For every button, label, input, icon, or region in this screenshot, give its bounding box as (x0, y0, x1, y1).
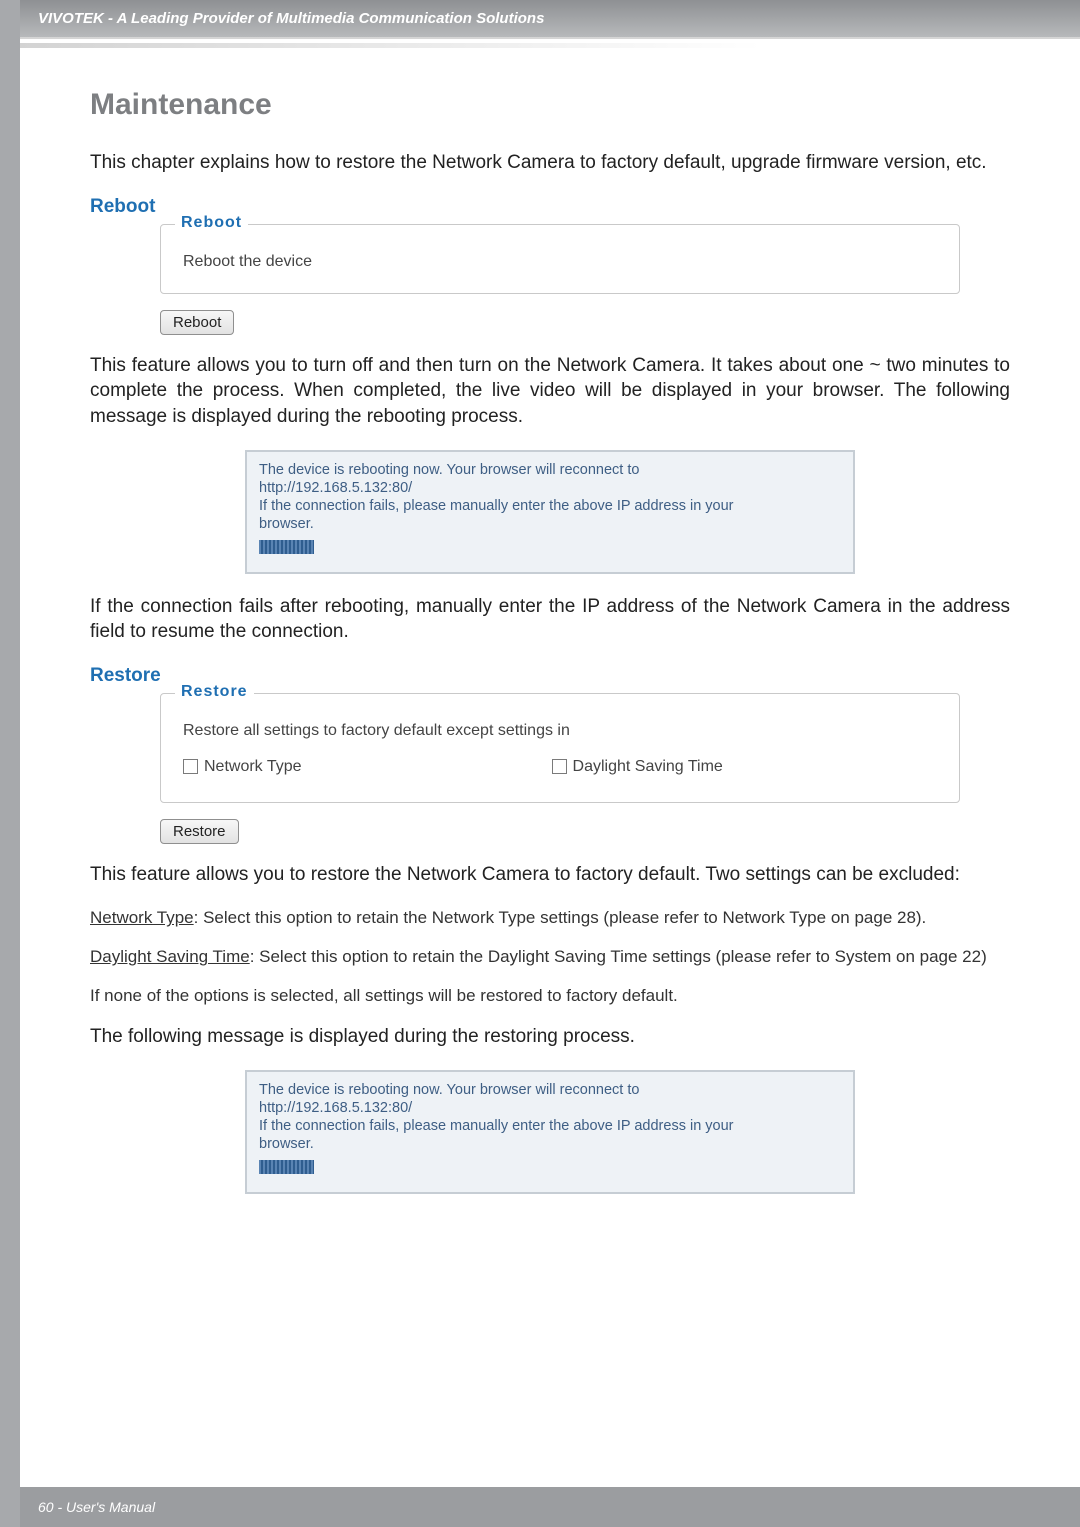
daylight-saving-underline: Daylight Saving Time (90, 947, 250, 966)
page-outer: VIVOTEK - A Leading Provider of Multimed… (0, 0, 1080, 1527)
restore-msg-line-4: browser. (259, 1136, 841, 1152)
restore-msg-line-1: The device is rebooting now. Your browse… (259, 1082, 841, 1098)
content: Maintenance This chapter explains how to… (20, 48, 1080, 1194)
footer-text: 60 - User's Manual (38, 1499, 155, 1515)
header-bar: VIVOTEK - A Leading Provider of Multimed… (20, 0, 1080, 39)
reboot-description: This feature allows you to turn off and … (90, 353, 1010, 430)
restore-msg-line-3: If the connection fails, please manually… (259, 1118, 841, 1134)
reboot-msg-line-1: The device is rebooting now. Your browse… (259, 462, 841, 478)
reboot-msg-line-2: http://192.168.5.132:80/ (259, 480, 841, 496)
intro-paragraph: This chapter explains how to restore the… (90, 150, 1010, 176)
restore-description: This feature allows you to restore the N… (90, 862, 1010, 888)
network-type-paragraph: Network Type: Select this option to reta… (90, 907, 1010, 930)
page-title: Maintenance (90, 88, 1010, 122)
reboot-msg-line-4: browser. (259, 516, 841, 532)
reboot-legend: Reboot (175, 214, 248, 232)
reboot-message-box: The device is rebooting now. Your browse… (245, 450, 855, 574)
checkbox-icon (183, 759, 198, 774)
restore-legend: Restore (175, 683, 254, 701)
network-type-option[interactable]: Network Type (183, 758, 302, 776)
network-type-label: Network Type (204, 758, 302, 776)
network-type-rest: : Select this option to retain the Netwo… (194, 908, 927, 927)
restore-fieldset-body: Restore all settings to factory default … (183, 722, 937, 740)
restore-progress-bar (259, 1160, 314, 1174)
daylight-saving-option[interactable]: Daylight Saving Time (552, 758, 723, 776)
reboot-button[interactable]: Reboot (160, 310, 234, 335)
restore-checkbox-row: Network Type Daylight Saving Time (183, 758, 937, 776)
header-title: VIVOTEK - A Leading Provider of Multimed… (38, 10, 544, 27)
restore-msg-line-2: http://192.168.5.132:80/ (259, 1100, 841, 1116)
daylight-saving-rest: : Select this option to retain the Dayli… (250, 947, 987, 966)
reboot-fieldset-body: Reboot the device (183, 253, 937, 271)
checkbox-icon (552, 759, 567, 774)
restore-follow-paragraph: The following message is displayed durin… (90, 1024, 1010, 1050)
restore-message-box: The device is rebooting now. Your browse… (245, 1070, 855, 1194)
reboot-fieldset: Reboot Reboot the device (160, 224, 960, 294)
reboot-fail-paragraph: If the connection fails after rebooting,… (90, 594, 1010, 645)
restore-button[interactable]: Restore (160, 819, 239, 844)
network-type-underline: Network Type (90, 908, 194, 927)
daylight-saving-label: Daylight Saving Time (573, 758, 723, 776)
footer-bar: 60 - User's Manual (20, 1487, 1080, 1527)
restore-none-paragraph: If none of the options is selected, all … (90, 985, 1010, 1008)
daylight-saving-paragraph: Daylight Saving Time: Select this option… (90, 946, 1010, 969)
reboot-progress-bar (259, 540, 314, 554)
restore-fieldset: Restore Restore all settings to factory … (160, 693, 960, 803)
reboot-msg-line-3: If the connection fails, please manually… (259, 498, 841, 514)
